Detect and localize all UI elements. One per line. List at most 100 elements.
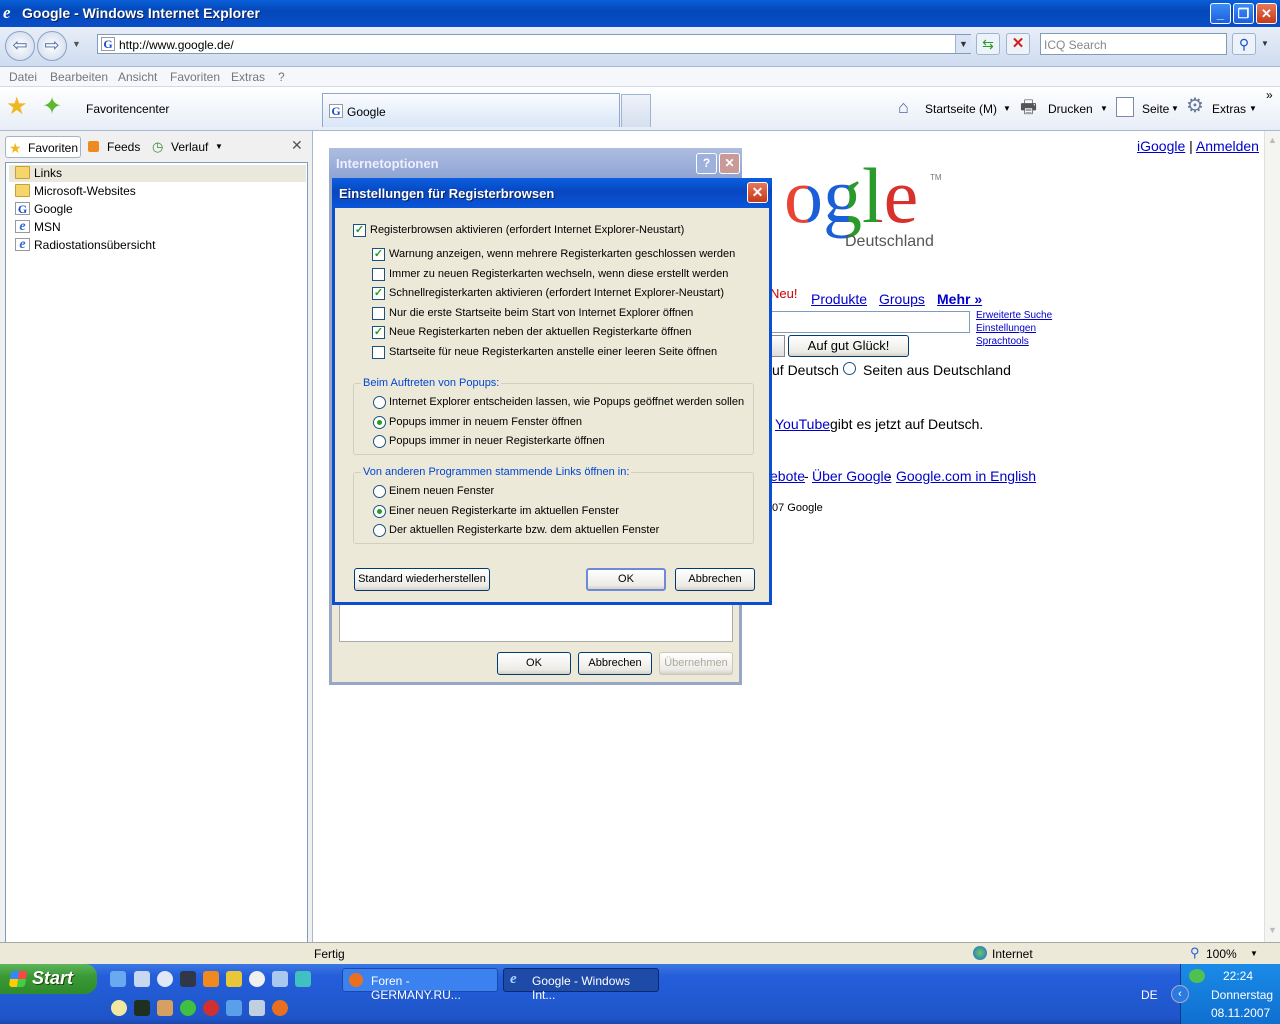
menu-ansicht[interactable]: Ansicht xyxy=(118,70,157,84)
quicklaunch-ie-icon[interactable] xyxy=(226,1000,242,1016)
youtube-link[interactable]: YouTube xyxy=(775,416,830,432)
forward-button[interactable]: ⇨ xyxy=(37,31,67,61)
quicklaunch-app-icon[interactable] xyxy=(249,971,265,987)
cancel-button[interactable]: Abbrechen xyxy=(675,568,755,591)
cancel-button-back[interactable]: Abbrechen xyxy=(578,652,652,675)
quicklaunch-ie-icon[interactable] xyxy=(110,971,126,987)
quicklaunch-app-icon[interactable] xyxy=(203,1000,219,1016)
scroll-down-icon[interactable]: ▼ xyxy=(1268,925,1277,935)
ok-button-back[interactable]: OK xyxy=(497,652,571,675)
quicklaunch-app-icon[interactable] xyxy=(134,971,150,987)
search-query-input[interactable] xyxy=(770,311,970,333)
werbe-link[interactable]: ebote xyxy=(770,468,805,484)
switch-new-tabs-checkbox[interactable] xyxy=(372,268,385,281)
menu-favoriten[interactable]: Favoriten xyxy=(170,70,220,84)
minimize-button[interactable]: _ xyxy=(1210,3,1231,24)
radio-seiten-de[interactable] xyxy=(843,362,856,375)
close-pane-icon[interactable]: ✕ xyxy=(291,137,303,154)
sprachtools-link[interactable]: Sprachtools xyxy=(976,336,1029,347)
new-tab-button[interactable] xyxy=(621,94,651,127)
links-current-tab-radio[interactable] xyxy=(373,524,386,537)
google-com-english-link[interactable]: Google.com in English xyxy=(896,468,1036,484)
tab-google[interactable]: G Google xyxy=(322,93,620,127)
favorites-star-icon[interactable]: ★ xyxy=(6,95,28,119)
internet-options-titlebar[interactable]: Internetoptionen xyxy=(329,148,742,178)
produkte-link[interactable]: Produkte xyxy=(811,291,867,307)
zoom-level[interactable]: 100% xyxy=(1206,947,1237,961)
quicklaunch-app-icon[interactable] xyxy=(249,1000,265,1016)
scroll-up-icon[interactable]: ▲ xyxy=(1268,135,1277,145)
tools-dropdown-icon[interactable]: ▼ xyxy=(1249,104,1257,113)
quicklaunch-app-icon[interactable] xyxy=(134,1000,150,1016)
list-item[interactable]: G Google xyxy=(9,201,306,218)
home-button[interactable]: Startseite (M) xyxy=(925,102,997,116)
popup-new-tab-radio[interactable] xyxy=(373,435,386,448)
back-button[interactable]: ⇦ xyxy=(5,31,35,61)
search-button-partial[interactable] xyxy=(770,335,785,357)
apply-button[interactable]: Übernehmen xyxy=(659,652,733,675)
verlauf-dropdown-icon[interactable]: ▼ xyxy=(215,142,223,151)
quicklaunch-vlc-icon[interactable] xyxy=(203,971,219,987)
links-new-window-radio[interactable] xyxy=(373,485,386,498)
warn-close-checkbox[interactable]: ✓ xyxy=(372,248,385,261)
add-favorite-icon[interactable]: ✦ xyxy=(42,95,62,119)
home-icon[interactable]: ⌂ xyxy=(898,97,920,117)
enable-tabbed-browsing-checkbox[interactable]: ✓ xyxy=(353,224,366,237)
ok-button[interactable]: OK xyxy=(586,568,666,591)
popup-new-window-radio[interactable] xyxy=(373,416,386,429)
start-button[interactable]: Start xyxy=(0,964,97,994)
search-input[interactable]: ICQ Search xyxy=(1040,33,1227,55)
anmelden-link[interactable]: Anmelden xyxy=(1196,138,1259,154)
popup-ie-decides-radio[interactable] xyxy=(373,396,386,409)
page-dropdown-icon[interactable]: ▼ xyxy=(1171,104,1179,113)
url-dropdown-icon[interactable]: ▼ xyxy=(955,35,971,53)
clock-time[interactable]: 22:24 xyxy=(1223,969,1253,983)
home-for-new-tabs-checkbox[interactable] xyxy=(372,346,385,359)
task-button-google[interactable]: e Google - Windows Int... xyxy=(503,968,659,1002)
menu-help[interactable]: ? xyxy=(278,70,285,84)
restore-defaults-button[interactable]: Standard wiederherstellen xyxy=(354,568,490,591)
page-button[interactable]: Seite xyxy=(1142,102,1169,116)
quicklaunch-app-icon[interactable] xyxy=(157,1000,173,1016)
dialog-close-button[interactable]: ✕ xyxy=(747,182,768,203)
language-indicator[interactable]: DE xyxy=(1141,988,1158,1002)
zoom-icon[interactable]: ⚲ xyxy=(1190,945,1200,961)
maximize-button[interactable]: ❐ xyxy=(1233,3,1254,24)
close-button[interactable]: ✕ xyxy=(1256,3,1277,24)
tab-favoriten[interactable]: ★ Favoriten xyxy=(5,136,81,158)
more-chevron-icon[interactable]: » xyxy=(1266,88,1273,102)
ueber-google-link[interactable]: Über Google xyxy=(812,468,891,484)
list-item[interactable]: e MSN xyxy=(9,219,306,236)
list-item[interactable]: Links xyxy=(9,165,306,182)
quicklaunch-app-icon[interactable] xyxy=(111,1000,127,1016)
igoogle-link[interactable]: iGoogle xyxy=(1137,138,1185,154)
quicklaunch-app-icon[interactable] xyxy=(157,971,173,987)
menu-datei[interactable]: Datei xyxy=(9,70,37,84)
tray-chevron-icon[interactable]: ‹ xyxy=(1171,985,1189,1003)
tab-feeds[interactable]: Feeds xyxy=(85,136,147,158)
print-icon[interactable]: 🖶 xyxy=(1020,97,1037,117)
links-new-tab-radio[interactable] xyxy=(373,505,386,518)
home-dropdown-icon[interactable]: ▼ xyxy=(1003,104,1011,113)
groups-link[interactable]: Groups xyxy=(879,291,925,307)
title-bar[interactable]: e Google - Windows Internet Explorer _ ❐… xyxy=(0,0,1280,27)
internet-options-close-button[interactable]: ✕ xyxy=(719,153,740,174)
menu-bearbeiten[interactable]: Bearbeiten xyxy=(50,70,108,84)
task-button-foren[interactable]: Foren - GERMANY.RU... xyxy=(342,968,498,1002)
list-item[interactable]: e Radiostationsübersicht xyxy=(9,237,306,254)
history-dropdown-icon[interactable]: ▼ xyxy=(72,39,81,49)
print-button[interactable]: Drucken xyxy=(1048,102,1093,116)
open-next-to-current-checkbox[interactable]: ✓ xyxy=(372,326,385,339)
quicklaunch-app-icon[interactable] xyxy=(295,971,311,987)
erweiterte-suche-link[interactable]: Erweiterte Suche xyxy=(976,310,1052,321)
quicklaunch-app-icon[interactable] xyxy=(226,971,242,987)
refresh-icon[interactable]: ⇆ xyxy=(976,33,1000,55)
zoom-dropdown-icon[interactable]: ▼ xyxy=(1250,949,1258,958)
tab-verlauf[interactable]: ◷ Verlauf ▼ xyxy=(149,136,231,158)
network-icon[interactable] xyxy=(1189,969,1205,983)
quicklaunch-icq-icon[interactable] xyxy=(180,1000,196,1016)
vertical-scrollbar[interactable]: ▲ ▼ xyxy=(1264,131,1280,942)
list-item[interactable]: Microsoft-Websites xyxy=(9,183,306,200)
favorites-center-label[interactable]: Favoritencenter xyxy=(86,102,169,116)
einstellungen-link[interactable]: Einstellungen xyxy=(976,323,1036,334)
